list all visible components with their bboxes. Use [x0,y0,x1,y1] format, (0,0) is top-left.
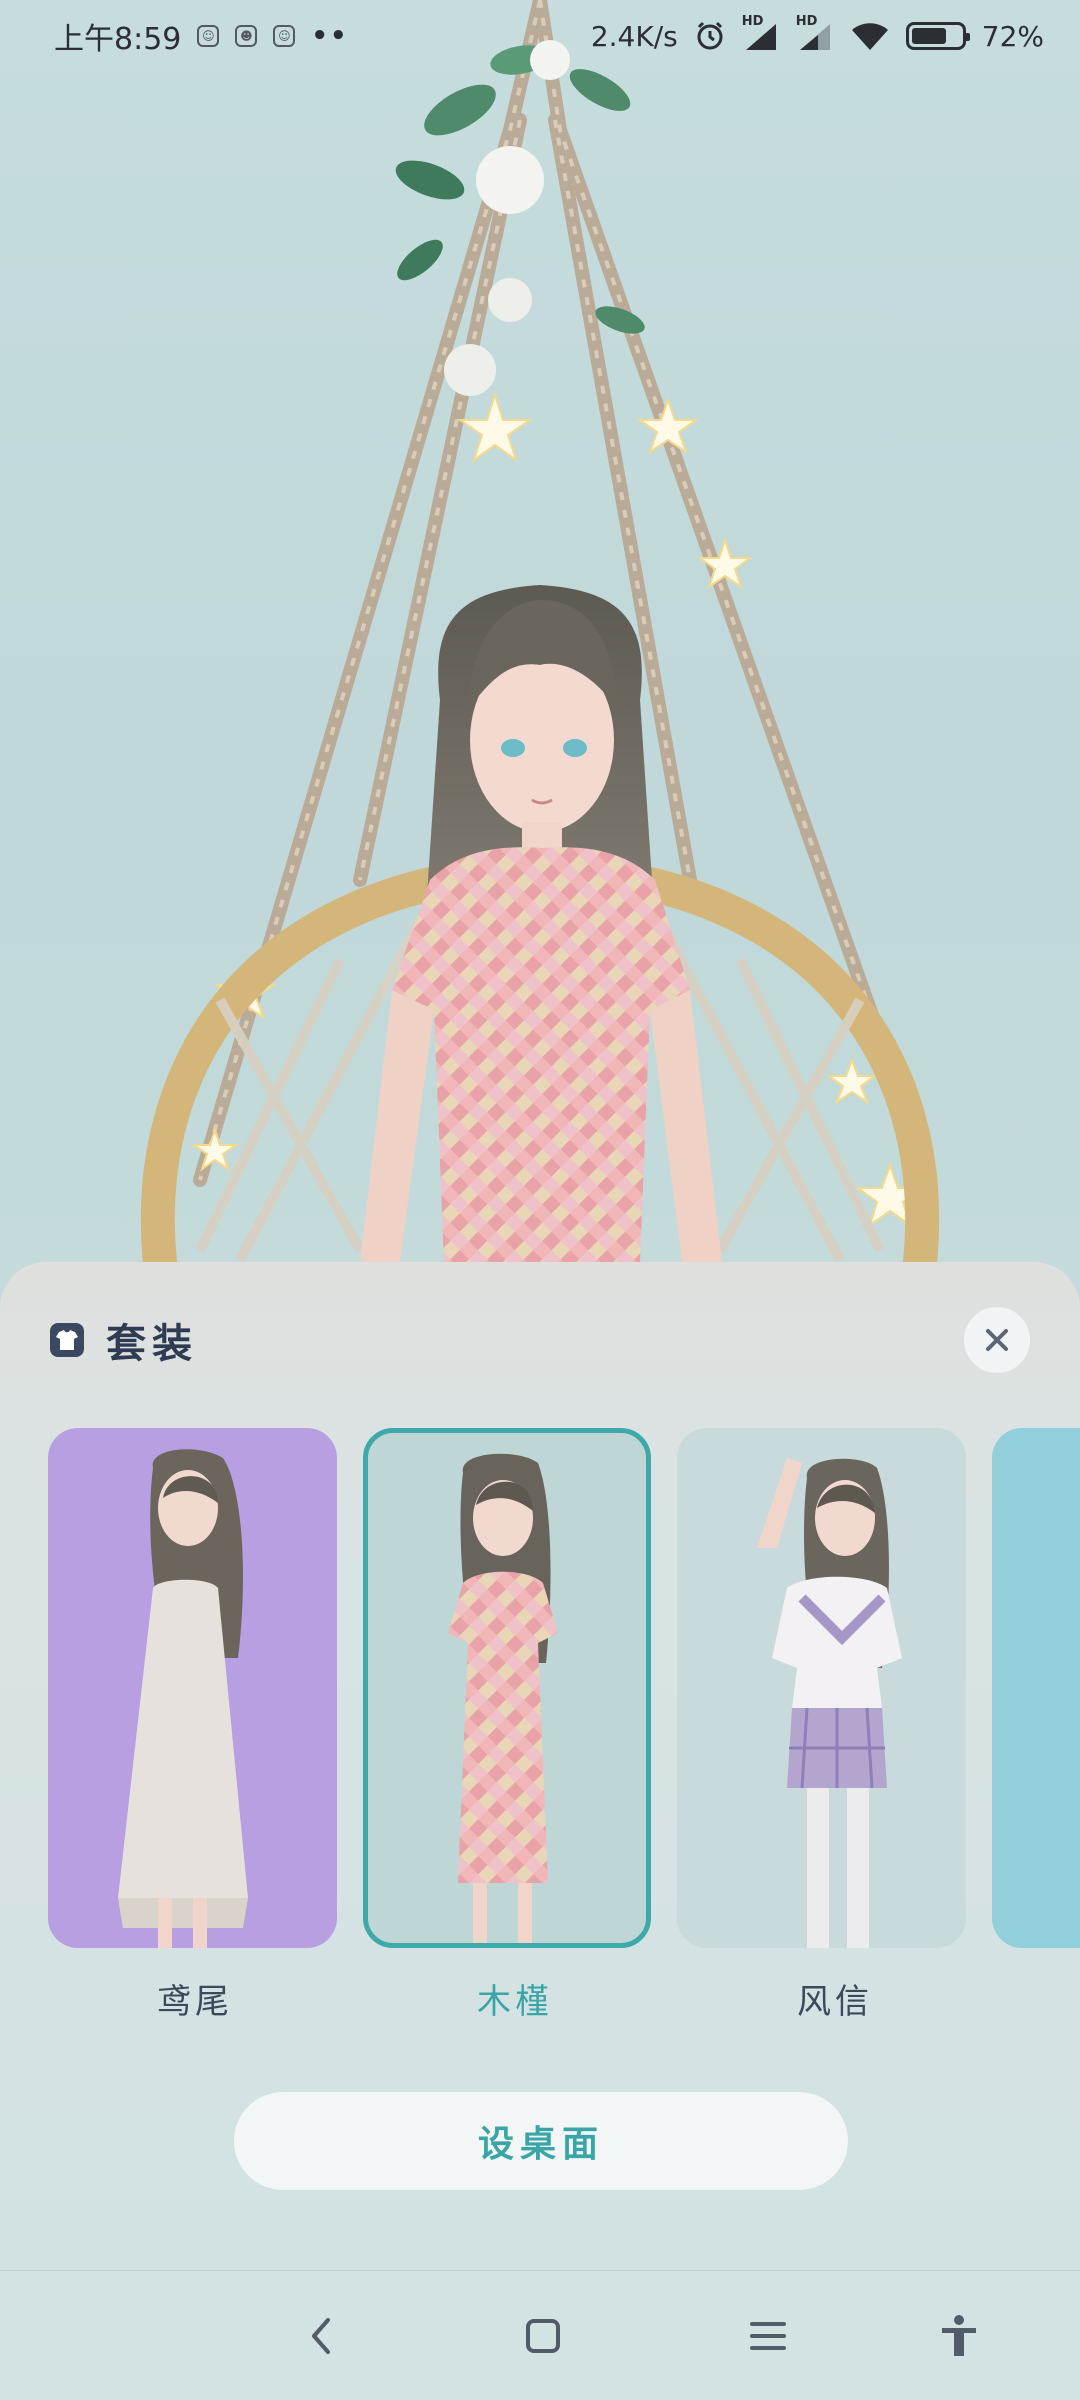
status-time: 上午8:59 [54,22,182,57]
hd-label: HD [741,14,764,29]
alarm-icon [694,20,726,52]
hd-label: HD [795,14,818,29]
signal-icon: HD [796,14,834,52]
outfit-list[interactable] [48,1428,1080,1948]
accessibility-icon [942,2315,976,2356]
home-icon [526,2319,560,2353]
outfit-thumbnail [447,1453,558,1943]
menu-icon [750,2322,786,2350]
outfit-thumbnail [118,1449,248,1948]
app-notification-icon: ☻ [235,25,258,47]
close-icon [986,1329,1008,1351]
accessibility-button[interactable] [924,2301,994,2371]
outfit-thumbnail [757,1458,903,1948]
navigation-bar [0,2270,1080,2400]
network-speed: 2.4K/s [590,19,678,53]
swing-illustration [140,0,940,1279]
character-scene [0,0,1080,1300]
status-bar: 上午8:59 ☺ ☻ ☺ •• 2.4K/s HD HD 72% [0,0,1080,72]
outfit-label-selected: 木槿 [477,1982,553,2022]
set-desktop-button[interactable]: 设桌面 [234,2092,848,2190]
outfit-label: 风信 [797,1982,873,2022]
outfit-icon [50,1323,84,1357]
outfit-card-iris[interactable] [48,1428,337,1948]
back-button[interactable] [286,2301,356,2371]
sheet-header: 套装 [50,1302,1030,1378]
battery-icon [905,22,970,50]
outfit-labels: 鸢尾 木槿 风信 [48,1974,982,2023]
outfit-label: 鸢尾 [157,1982,233,2022]
outfit-card-hyacinth[interactable] [677,1428,966,1948]
home-button[interactable] [508,2301,578,2371]
back-icon [312,2318,330,2354]
outfit-sheet: 套装 鸢尾 木槿 风信 设桌面 [0,1262,1080,2270]
recents-button[interactable] [733,2301,803,2371]
outfit-card-hibiscus[interactable] [362,1428,652,1948]
battery-percent: 72% [981,19,1044,53]
close-button[interactable] [964,1307,1030,1373]
signal-icon: HD [742,14,780,52]
app-notification-icon: ☺ [273,25,296,47]
wifi-icon [850,20,890,52]
more-notifications-icon: •• [311,21,349,51]
app-notification-icon: ☺ [197,25,220,47]
outfit-card-partial[interactable] [991,1428,1080,1948]
sheet-title: 套装 [106,1321,198,1367]
